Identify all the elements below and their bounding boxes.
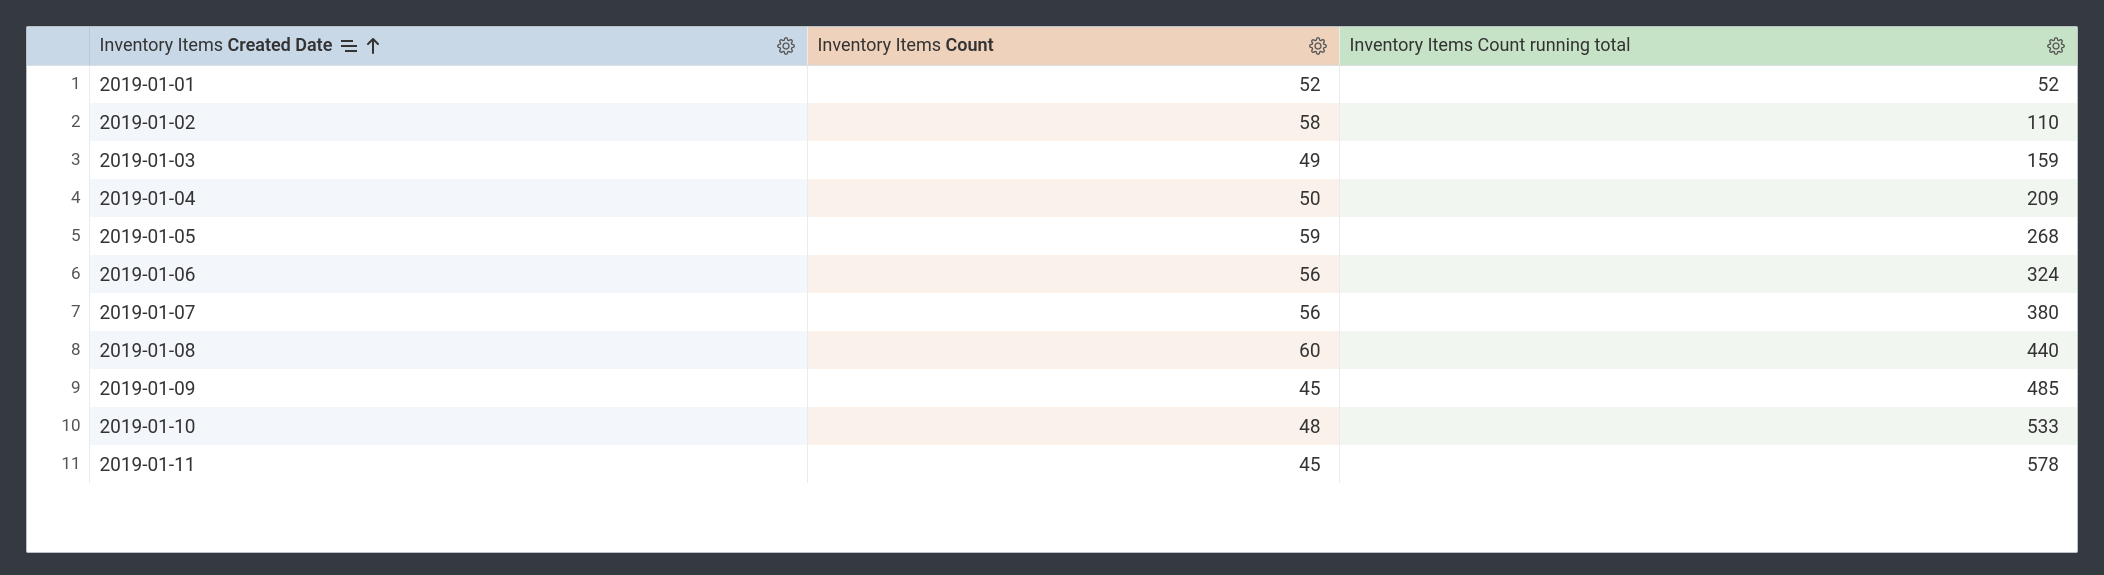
row-number: 3 <box>27 141 89 179</box>
cell-count[interactable]: 52 <box>807 65 1339 103</box>
cell-running-total[interactable]: 485 <box>1339 369 2077 407</box>
row-number: 11 <box>27 445 89 483</box>
header-label: Inventory Items Created Date <box>100 35 333 56</box>
cell-created-date[interactable]: 2019-01-03 <box>89 141 807 179</box>
cell-count[interactable]: 45 <box>807 445 1339 483</box>
cell-running-total[interactable]: 533 <box>1339 407 2077 445</box>
gear-icon[interactable] <box>2045 35 2067 57</box>
cell-count[interactable]: 48 <box>807 407 1339 445</box>
row-number: 9 <box>27 369 89 407</box>
cell-created-date[interactable]: 2019-01-02 <box>89 103 807 141</box>
table-row[interactable]: 42019-01-0450209 <box>27 179 2077 217</box>
cell-created-date[interactable]: 2019-01-07 <box>89 293 807 331</box>
cell-count[interactable]: 60 <box>807 331 1339 369</box>
table-row[interactable]: 32019-01-0349159 <box>27 141 2077 179</box>
cell-count[interactable]: 56 <box>807 293 1339 331</box>
cell-created-date[interactable]: 2019-01-10 <box>89 407 807 445</box>
gear-icon[interactable] <box>775 35 797 57</box>
table-row[interactable]: 112019-01-1145578 <box>27 445 2077 483</box>
cell-count[interactable]: 56 <box>807 255 1339 293</box>
data-table: Inventory Items Created Date <box>27 27 2077 483</box>
row-number: 6 <box>27 255 89 293</box>
cell-created-date[interactable]: 2019-01-05 <box>89 217 807 255</box>
column-header-created-date[interactable]: Inventory Items Created Date <box>89 27 807 65</box>
table-row[interactable]: 52019-01-0559268 <box>27 217 2077 255</box>
cell-running-total[interactable]: 268 <box>1339 217 2077 255</box>
table-row[interactable]: 72019-01-0756380 <box>27 293 2077 331</box>
cell-count[interactable]: 50 <box>807 179 1339 217</box>
table-row[interactable]: 92019-01-0945485 <box>27 369 2077 407</box>
table-row[interactable]: 62019-01-0656324 <box>27 255 2077 293</box>
row-number: 7 <box>27 293 89 331</box>
cell-running-total[interactable]: 110 <box>1339 103 2077 141</box>
gear-icon[interactable] <box>1307 35 1329 57</box>
cell-created-date[interactable]: 2019-01-04 <box>89 179 807 217</box>
cell-count[interactable]: 49 <box>807 141 1339 179</box>
cell-count[interactable]: 45 <box>807 369 1339 407</box>
cell-created-date[interactable]: 2019-01-01 <box>89 65 807 103</box>
cell-running-total[interactable]: 440 <box>1339 331 2077 369</box>
cell-running-total[interactable]: 324 <box>1339 255 2077 293</box>
header-label: Inventory Items Count <box>818 35 994 56</box>
cell-count[interactable]: 59 <box>807 217 1339 255</box>
table-row[interactable]: 22019-01-0258110 <box>27 103 2077 141</box>
cell-created-date[interactable]: 2019-01-11 <box>89 445 807 483</box>
cell-created-date[interactable]: 2019-01-06 <box>89 255 807 293</box>
table-body: 12019-01-01525222019-01-025811032019-01-… <box>27 65 2077 483</box>
column-header-count[interactable]: Inventory Items Count <box>807 27 1339 65</box>
row-number: 8 <box>27 331 89 369</box>
column-header-running-total[interactable]: Inventory Items Count running total <box>1339 27 2077 65</box>
table-row[interactable]: 82019-01-0860440 <box>27 331 2077 369</box>
header-label: Inventory Items Count running total <box>1350 35 1631 56</box>
row-number-header[interactable] <box>27 27 89 65</box>
row-number: 5 <box>27 217 89 255</box>
cell-created-date[interactable]: 2019-01-09 <box>89 369 807 407</box>
row-number: 1 <box>27 65 89 103</box>
cell-running-total[interactable]: 380 <box>1339 293 2077 331</box>
sort-asc-icon <box>366 38 380 54</box>
row-number: 4 <box>27 179 89 217</box>
cell-created-date[interactable]: 2019-01-08 <box>89 331 807 369</box>
row-number: 2 <box>27 103 89 141</box>
table-row[interactable]: 12019-01-015252 <box>27 65 2077 103</box>
table-row[interactable]: 102019-01-1048533 <box>27 407 2077 445</box>
cell-running-total[interactable]: 52 <box>1339 65 2077 103</box>
cell-running-total[interactable]: 578 <box>1339 445 2077 483</box>
pivot-icon <box>340 39 358 53</box>
cell-running-total[interactable]: 209 <box>1339 179 2077 217</box>
cell-running-total[interactable]: 159 <box>1339 141 2077 179</box>
table-header-row: Inventory Items Created Date <box>27 27 2077 65</box>
cell-count[interactable]: 58 <box>807 103 1339 141</box>
row-number: 10 <box>27 407 89 445</box>
data-table-panel: Inventory Items Created Date <box>26 26 2078 553</box>
